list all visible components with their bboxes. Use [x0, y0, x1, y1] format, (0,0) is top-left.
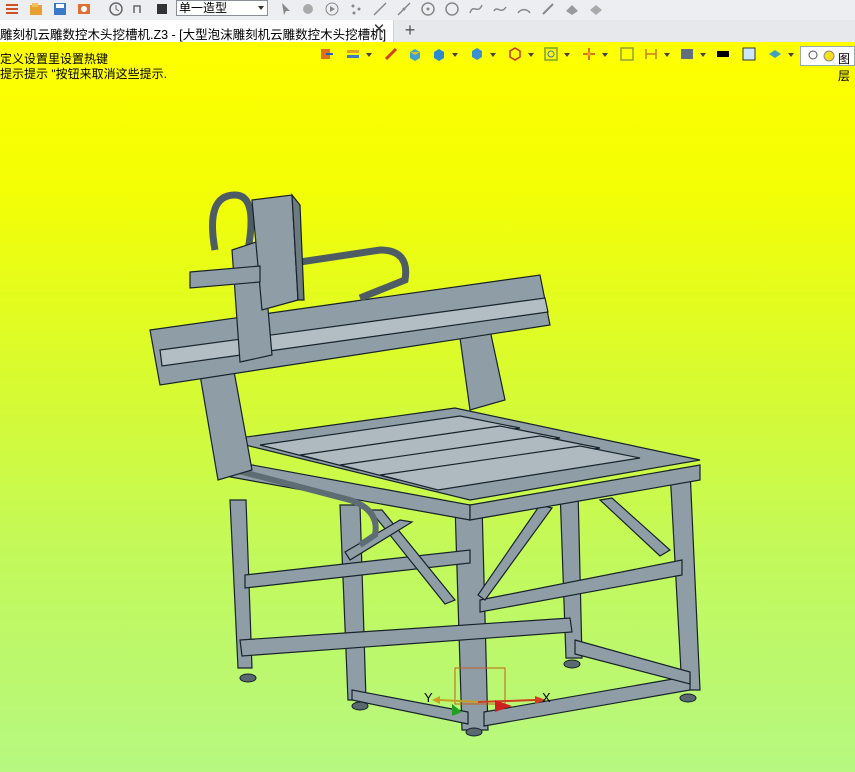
cnc-router-model[interactable] [0, 0, 855, 772]
y-axis-arrow [432, 696, 440, 704]
frame-lower-rail-side [574, 639, 691, 685]
cable-chain-z [209, 191, 255, 251]
frame-front-center-leg [454, 504, 489, 731]
frame-front-right-leg [669, 469, 701, 691]
leveling-foot [239, 673, 257, 683]
y-axis-label: Y [424, 690, 433, 705]
frame-lower-rail-front [351, 689, 469, 725]
leveling-foot [351, 701, 369, 711]
frame-front-left-leg [339, 504, 367, 701]
gantry-right-upright [459, 329, 506, 411]
diagonal-brace [598, 497, 672, 557]
x-axis-label: X [542, 690, 551, 705]
leveling-foot [679, 693, 697, 703]
frame-lower-rail-back [239, 617, 573, 657]
leveling-foot [563, 659, 581, 669]
leveling-foot [465, 727, 483, 737]
diagonal-brace [477, 504, 554, 601]
